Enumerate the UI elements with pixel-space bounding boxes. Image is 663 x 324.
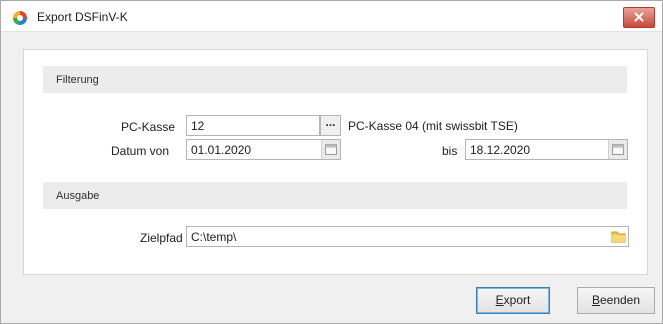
title-bar: Export DSFinV-K	[1, 1, 662, 32]
calendar-icon[interactable]	[608, 140, 627, 159]
pc-kasse-browse-button[interactable]: ...	[320, 115, 341, 136]
datum-bis-value: 18.12.2020	[470, 143, 531, 157]
folder-icon[interactable]	[609, 227, 628, 246]
zielpfad-value: C:\temp\	[191, 230, 237, 244]
datum-von-input[interactable]: 01.01.2020	[186, 139, 341, 160]
beenden-button-label: eenden	[599, 293, 641, 307]
beenden-button-mnemonic: B	[591, 293, 600, 307]
pc-kasse-input[interactable]: 12	[186, 115, 320, 136]
datum-von-label: Datum von	[111, 144, 170, 158]
zielpfad-input[interactable]: C:\temp\	[186, 226, 629, 247]
export-button-label: xport	[503, 293, 531, 307]
export-button-mnemonic: E	[495, 293, 504, 307]
pc-kasse-description: PC-Kasse 04 (mit swissbit TSE)	[348, 119, 518, 133]
calendar-icon[interactable]	[321, 140, 340, 159]
export-dialog: Export DSFinV-K Filterung PC-Kasse 12 ..…	[0, 0, 663, 324]
export-button[interactable]: Export	[476, 287, 550, 314]
datum-bis-input[interactable]: 18.12.2020	[465, 139, 628, 160]
window-title: Export DSFinV-K	[37, 10, 128, 24]
section-header-ausgabe: Ausgabe	[43, 182, 627, 209]
datum-bis-label: bis	[442, 144, 458, 158]
content-panel: Filterung PC-Kasse 12 ... PC-Kasse 04 (m…	[23, 49, 648, 275]
close-button[interactable]	[623, 7, 655, 28]
datum-von-value: 01.01.2020	[191, 143, 252, 157]
app-logo-icon	[13, 11, 27, 25]
pc-kasse-label: PC-Kasse	[121, 120, 176, 134]
zielpfad-label: Zielpfad	[140, 231, 183, 245]
beenden-button[interactable]: Beenden	[577, 287, 655, 314]
section-header-filterung: Filterung	[43, 66, 627, 93]
